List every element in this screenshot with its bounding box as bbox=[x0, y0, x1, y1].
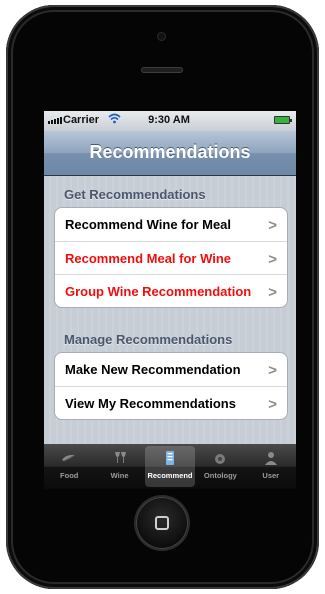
screen: Carrier 9:30 AM Recommendations Get Reco… bbox=[44, 111, 296, 489]
ontology-icon bbox=[215, 454, 226, 464]
recommend-wine-for-meal-row[interactable]: Recommend Wine for Meal > bbox=[55, 208, 287, 241]
navigation-bar: Recommendations bbox=[44, 131, 296, 176]
status-bar: Carrier 9:30 AM bbox=[44, 111, 296, 131]
tab-user[interactable]: User bbox=[246, 444, 296, 489]
user-icon bbox=[264, 452, 277, 465]
tab-label: Wine bbox=[110, 471, 129, 480]
chevron-right-icon: > bbox=[268, 251, 277, 268]
tab-label: Recommend bbox=[147, 471, 193, 480]
tab-wine[interactable]: Wine bbox=[94, 444, 144, 489]
chevron-right-icon: > bbox=[268, 284, 277, 301]
recommendations-table: Get Recommendations Recommend Wine for M… bbox=[44, 176, 296, 444]
get-recommendations-group: Recommend Wine for Meal > Recommend Meal… bbox=[54, 207, 288, 308]
tab-bar: Food Wine Recommend Ontology User bbox=[44, 444, 296, 489]
chevron-right-icon: > bbox=[268, 362, 277, 379]
tab-label: Ontology bbox=[203, 471, 237, 480]
row-label: Recommend Wine for Meal bbox=[65, 217, 232, 232]
row-label: View My Recommendations bbox=[65, 395, 236, 411]
section-header-manage-recommendations: Manage Recommendations bbox=[64, 332, 233, 347]
make-new-recommendation-row[interactable]: Make New Recommendation > bbox=[55, 353, 287, 386]
tab-label: Food bbox=[60, 471, 79, 480]
row-label: Recommend Meal for Wine bbox=[65, 250, 232, 266]
wifi-icon bbox=[108, 113, 121, 124]
section-header-get-recommendations: Get Recommendations bbox=[64, 187, 206, 202]
recommend-icon bbox=[165, 451, 174, 465]
view-my-recommendations-row[interactable]: View My Recommendations > bbox=[55, 386, 287, 419]
earpiece-speaker bbox=[141, 67, 183, 73]
recommend-meal-for-wine-row[interactable]: Recommend Meal for Wine > bbox=[55, 241, 287, 274]
battery-icon bbox=[274, 116, 292, 124]
chevron-right-icon: > bbox=[268, 217, 277, 234]
chevron-right-icon: > bbox=[268, 396, 277, 413]
wine-glass-icon bbox=[114, 452, 126, 463]
camera bbox=[158, 33, 165, 40]
tab-food[interactable]: Food bbox=[44, 444, 94, 489]
page-title: Recommendations bbox=[89, 142, 251, 162]
home-button[interactable] bbox=[136, 497, 188, 549]
signal-strength-icon bbox=[48, 117, 62, 124]
tab-label: User bbox=[262, 471, 280, 480]
home-square-icon bbox=[155, 516, 169, 530]
manage-recommendations-group: Make New Recommendation > View My Recomm… bbox=[54, 352, 288, 420]
row-label: Make New Recommendation bbox=[65, 362, 241, 377]
iphone-device: Carrier 9:30 AM Recommendations Get Reco… bbox=[6, 5, 319, 589]
group-wine-recommendation-row[interactable]: Group Wine Recommendation > bbox=[55, 274, 287, 307]
tab-recommend[interactable]: Recommend bbox=[144, 446, 196, 487]
carrier-name: Carrier bbox=[63, 114, 100, 126]
tab-ontology[interactable]: Ontology bbox=[195, 444, 245, 489]
status-time: 9:30 AM bbox=[148, 114, 190, 126]
row-label: Group Wine Recommendation bbox=[65, 283, 252, 299]
food-icon bbox=[62, 454, 76, 462]
